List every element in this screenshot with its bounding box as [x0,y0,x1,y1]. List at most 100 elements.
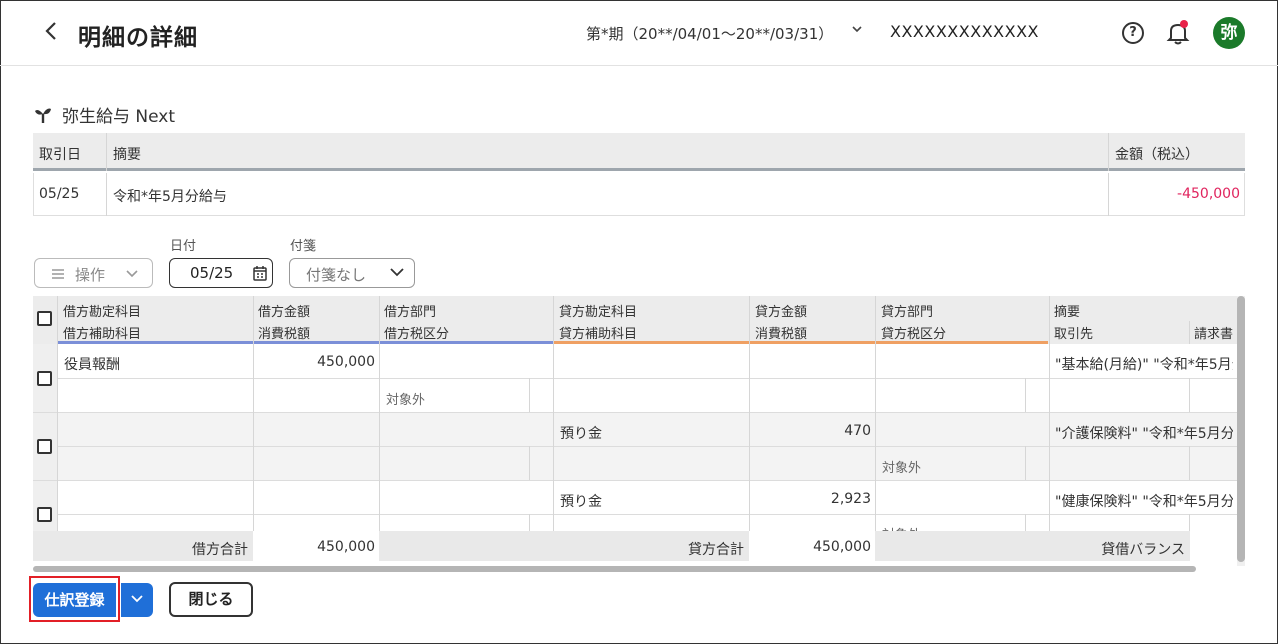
col-debit-tax-class: 借方税区分 [384,327,450,342]
row-checkbox[interactable] [37,507,52,522]
col-divider [1189,514,1190,531]
yayoi-sprout-icon [34,106,52,124]
col-divider [553,296,554,531]
row2-credit-tax-class[interactable]: 対象外 [882,457,921,476]
col-credit-dept: 貸方部門 [881,305,934,320]
col-debit-account: 借方勘定科目 [63,305,142,320]
calendar-icon[interactable] [253,265,267,285]
source-label: 弥生給与 Next [34,102,175,127]
divider [106,173,107,216]
col-divider [1025,446,1026,480]
summary-header-date: 取引日 [39,147,81,163]
col-credit-tax-class: 貸方税区分 [881,327,947,342]
col-divider [1049,296,1050,531]
row1-debit-amount[interactable]: 450,000 [317,354,375,370]
col-debit-tax: 消費税額 [258,327,311,342]
row1-debit-account[interactable]: 役員報酬 [64,354,120,374]
tag-label: 付箋 [290,239,317,254]
col-divider [1189,321,1190,344]
chevron-down-icon[interactable] [850,22,864,40]
col-divider [875,296,876,531]
col-divider [529,514,530,531]
col-debit-dept: 借方部門 [384,305,437,320]
summary-row: 05/25 令和*年5月分給与 -450,000 [33,173,1245,216]
company-name[interactable]: XXXXXXXXXXXXX [890,22,1039,41]
col-credit-account: 貸方勘定科目 [559,305,638,320]
col-divider [57,296,58,531]
row2-credit-account[interactable]: 預り金 [560,423,602,443]
register-journal-button[interactable]: 仕訳登録 [33,583,116,617]
col-credit-amount: 貸方金額 [755,305,808,320]
menu-icon [51,266,65,284]
credit-total-label: 貸方合計 [688,542,744,558]
summary-date: 05/25 [39,186,80,202]
row2-memo[interactable]: "介護保険料" "令和*年5月分給 [1055,423,1233,443]
credit-accent-bar [553,341,1048,344]
divider [1108,173,1109,216]
col-divider [1025,378,1026,412]
row-checkbox[interactable] [37,439,52,454]
row1-debit-tax-class[interactable]: 対象外 [386,389,425,408]
row3-credit-account[interactable]: 預り金 [560,491,602,511]
row-divider [57,378,1238,379]
period-selector[interactable]: 第*期（20**/04/01〜20**/03/31） [586,23,833,44]
col-divider [529,446,530,480]
close-button[interactable]: 閉じる [169,582,253,617]
notification-bell-icon[interactable] [1166,20,1190,46]
col-divider [529,378,530,412]
row1-memo[interactable]: "基本給(月給)" "令和*年5月分 [1055,354,1233,374]
summary-amount: -450,000 [1177,186,1240,202]
row-divider [57,446,1238,447]
balance-label: 貸借バランス [1101,542,1185,558]
col-debit-amount: 借方金額 [258,305,311,320]
row-checkbox[interactable] [37,371,52,386]
register-dropdown-button[interactable] [121,583,153,617]
tag-value: 付箋なし [306,266,367,284]
summary-header-amount: 金額（税込） [1115,147,1199,163]
date-value: 05/25 [190,264,234,282]
col-divider [1189,446,1190,480]
col-credit-tax: 消費税額 [755,327,808,342]
credit-total-value: 450,000 [813,539,871,555]
col-memo: 摘要 [1054,305,1081,320]
operation-button[interactable]: 操作 [34,258,153,288]
vertical-scrollbar[interactable] [1237,296,1245,562]
col-divider [1189,378,1190,412]
journal-grid: 借方勘定科目 借方金額 借方部門 貸方勘定科目 貸方金額 貸方部門 摘要 借方補… [33,296,1238,566]
app-header: 明細の詳細 第*期（20**/04/01〜20**/03/31） XXXXXXX… [0,0,1278,66]
col-invoice: 請求書 [1194,327,1234,342]
col-divider [379,296,380,531]
avatar[interactable]: 弥 [1213,17,1245,49]
date-label: 日付 [170,239,197,254]
debit-total-value: 450,000 [317,539,375,555]
chevron-down-icon [389,265,405,283]
balance-cell [1190,531,1238,561]
col-divider [1025,514,1026,531]
divider [1108,133,1109,171]
row-divider [33,412,1238,413]
col-debit-sub-account: 借方補助科目 [63,327,142,342]
row-divider [33,480,1238,481]
col-partner: 取引先 [1054,327,1094,342]
back-chevron-icon[interactable] [44,20,64,44]
chevron-down-icon [125,266,139,284]
horizontal-scrollbar[interactable] [33,566,1196,572]
summary-header: 取引日 摘要 金額（税込） [33,133,1245,171]
summary-description: 令和*年5月分給与 [113,189,227,205]
page-title: 明細の詳細 [78,25,198,51]
row3-memo[interactable]: "健康保険料" "令和*年5月分給 [1055,491,1233,511]
source-name: 弥生給与 Next [62,107,176,127]
debit-accent-bar [57,341,553,344]
chevron-down-icon [131,595,143,603]
row2-credit-amount[interactable]: 470 [844,423,871,439]
row3-credit-amount[interactable]: 2,923 [831,491,871,507]
select-all-checkbox[interactable] [37,311,52,326]
totals-row: 借方合計 450,000 貸方合計 450,000 貸借バランス [33,531,1238,561]
date-input[interactable]: 05/25 [169,258,273,288]
notification-badge [1180,20,1188,28]
help-icon[interactable]: ? [1122,22,1144,44]
tag-select[interactable]: 付箋なし [289,258,415,288]
row-divider [57,514,1238,515]
col-credit-sub-account: 貸方補助科目 [559,327,638,342]
col-divider [749,296,750,531]
